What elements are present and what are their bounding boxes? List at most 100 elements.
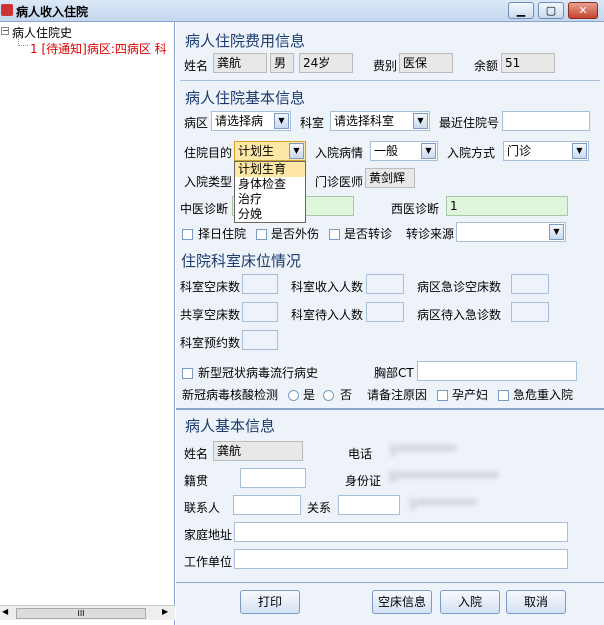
way-select[interactable]: 门诊 ▼ bbox=[503, 141, 589, 161]
chevron-down-icon[interactable]: ▼ bbox=[274, 113, 289, 129]
recent-field[interactable] bbox=[502, 111, 590, 131]
source-select[interactable]: ▼ bbox=[456, 222, 566, 242]
transfer-checkbox-label: 是否转诊 bbox=[344, 227, 393, 241]
beds-label-2: 科室收入人数 bbox=[291, 280, 364, 294]
chevron-down-icon[interactable]: ▼ bbox=[421, 143, 436, 159]
purpose-value: 计划生 bbox=[238, 144, 275, 158]
collapse-icon[interactable]: − bbox=[1, 27, 9, 35]
date-checkbox-label: 择日住院 bbox=[198, 227, 247, 241]
condition-value: 一般 bbox=[374, 144, 399, 158]
tcm-label: 中医诊断 bbox=[180, 202, 229, 216]
way-label: 入院方式 bbox=[447, 146, 496, 160]
tree-item-admission[interactable]: 1 [待通知]病区:四病区 科 bbox=[30, 40, 175, 57]
test-no-label: 否 bbox=[340, 388, 353, 402]
address-field[interactable] bbox=[234, 522, 568, 542]
admit-button[interactable]: 入院 bbox=[440, 590, 500, 614]
way-value: 门诊 bbox=[507, 144, 532, 158]
print-button[interactable]: 打印 bbox=[240, 590, 300, 614]
beds-label-7: 科室预约数 bbox=[180, 336, 241, 350]
critical-label: 急危重入院 bbox=[513, 388, 574, 402]
critical-checkbox[interactable] bbox=[498, 390, 509, 401]
ct-field[interactable] bbox=[417, 361, 577, 381]
relation-extra: 1********** bbox=[409, 497, 477, 511]
main-panel: 病人住院费用信息 姓名 龚航 男 24岁 费别 医保 余额 51 病人住院基本信… bbox=[176, 22, 604, 625]
recent-label: 最近住院号 bbox=[439, 116, 500, 130]
test-yes-radio[interactable] bbox=[288, 390, 299, 401]
horizontal-scrollbar[interactable]: ◀ III ▶ bbox=[0, 605, 175, 620]
id-label: 身份证 bbox=[345, 474, 382, 488]
patient-name-label: 姓名 bbox=[184, 447, 209, 461]
beds-label-5: 科室待入人数 bbox=[291, 308, 364, 322]
tree-connector bbox=[18, 36, 28, 46]
beds-field-1 bbox=[242, 274, 278, 294]
condition-select[interactable]: 一般 ▼ bbox=[370, 141, 438, 161]
empty-bed-button[interactable]: 空床信息 bbox=[372, 590, 432, 614]
beds-field-6 bbox=[511, 302, 549, 322]
covid-history-label: 新型冠状病毒流行病史 bbox=[198, 366, 319, 380]
title-bar: 病人收入住院 ▁ ▢ ✕ bbox=[0, 0, 604, 22]
chevron-down-icon[interactable]: ▼ bbox=[413, 113, 428, 129]
purpose-option[interactable]: 计划生育 bbox=[235, 162, 305, 177]
window-title: 病人收入住院 bbox=[16, 5, 89, 19]
date-checkbox[interactable] bbox=[182, 229, 193, 240]
contact-label: 联系人 bbox=[184, 501, 221, 515]
history-tree: − 病人住院史 1 [待通知]病区:四病区 科 ◀ III ▶ bbox=[0, 22, 175, 625]
address-label: 家庭地址 bbox=[184, 528, 233, 542]
doctor-field: 黄剑辉 bbox=[365, 168, 415, 188]
injury-checkbox[interactable] bbox=[256, 229, 267, 240]
beds-label-1: 科室空床数 bbox=[180, 280, 241, 294]
beds-label-3: 病区急诊空床数 bbox=[417, 280, 502, 294]
patient-name-field: 龚航 bbox=[213, 441, 303, 461]
ward-select[interactable]: 请选择病 ▼ bbox=[211, 111, 291, 131]
beds-label-4: 共享空床数 bbox=[180, 308, 241, 322]
basic-section-title: 病人住院基本信息 bbox=[185, 89, 306, 107]
pregnant-checkbox[interactable] bbox=[437, 390, 448, 401]
purpose-option[interactable]: 治疗 bbox=[235, 192, 305, 207]
beds-field-5 bbox=[366, 302, 404, 322]
phone-field[interactable]: 1********** bbox=[386, 441, 466, 461]
id-field[interactable]: 5***************** bbox=[386, 468, 556, 488]
wm-field[interactable]: 1 bbox=[446, 196, 568, 216]
beds-field-2 bbox=[366, 274, 404, 294]
scroll-left-icon[interactable]: ◀ bbox=[2, 607, 8, 616]
maximize-button[interactable]: ▢ bbox=[538, 2, 564, 19]
ward-label: 病区 bbox=[184, 116, 209, 130]
divider bbox=[176, 582, 604, 583]
scroll-right-icon[interactable]: ▶ bbox=[162, 607, 168, 616]
relation-field[interactable] bbox=[338, 495, 400, 515]
close-button[interactable]: ✕ bbox=[568, 2, 598, 19]
ct-label: 胸部CT bbox=[374, 366, 414, 380]
pregnant-label: 孕产妇 bbox=[452, 388, 489, 402]
transfer-checkbox[interactable] bbox=[329, 229, 340, 240]
divider bbox=[180, 80, 600, 81]
relation-label: 关系 bbox=[307, 501, 332, 515]
work-field[interactable] bbox=[234, 549, 568, 569]
test-no-radio[interactable] bbox=[323, 390, 334, 401]
dept-select[interactable]: 请选择科室 ▼ bbox=[330, 111, 430, 131]
balance-field: 51 bbox=[501, 53, 555, 73]
native-field[interactable] bbox=[240, 468, 306, 488]
note-label: 请备注原因 bbox=[367, 388, 428, 402]
contact-field[interactable] bbox=[233, 495, 301, 515]
purpose-option[interactable]: 身体检查 bbox=[235, 177, 305, 192]
work-label: 工作单位 bbox=[184, 555, 233, 569]
fee-sex-field: 男 bbox=[270, 53, 294, 73]
beds-section-title: 住院科室床位情况 bbox=[181, 252, 302, 270]
chevron-down-icon[interactable]: ▼ bbox=[289, 143, 304, 159]
cancel-button[interactable]: 取消 bbox=[506, 590, 566, 614]
chevron-down-icon[interactable]: ▼ bbox=[549, 224, 564, 240]
purpose-option[interactable]: 分娩 bbox=[235, 207, 305, 222]
purpose-dropdown-list[interactable]: 计划生育 身体检查 治疗 分娩 bbox=[234, 161, 306, 223]
purpose-select[interactable]: 计划生 ▼ bbox=[234, 141, 306, 161]
beds-field-4 bbox=[242, 302, 278, 322]
minimize-button[interactable]: ▁ bbox=[508, 2, 534, 19]
covid-history-checkbox[interactable] bbox=[182, 368, 193, 379]
dept-label: 科室 bbox=[300, 116, 325, 130]
beds-field-3 bbox=[511, 274, 549, 294]
chevron-down-icon[interactable]: ▼ bbox=[572, 143, 587, 159]
scroll-thumb[interactable]: III bbox=[16, 608, 146, 619]
wm-label: 西医诊断 bbox=[391, 202, 440, 216]
app-icon bbox=[1, 4, 13, 16]
phone-label: 电话 bbox=[348, 447, 373, 461]
fee-age-field: 24岁 bbox=[299, 53, 353, 73]
